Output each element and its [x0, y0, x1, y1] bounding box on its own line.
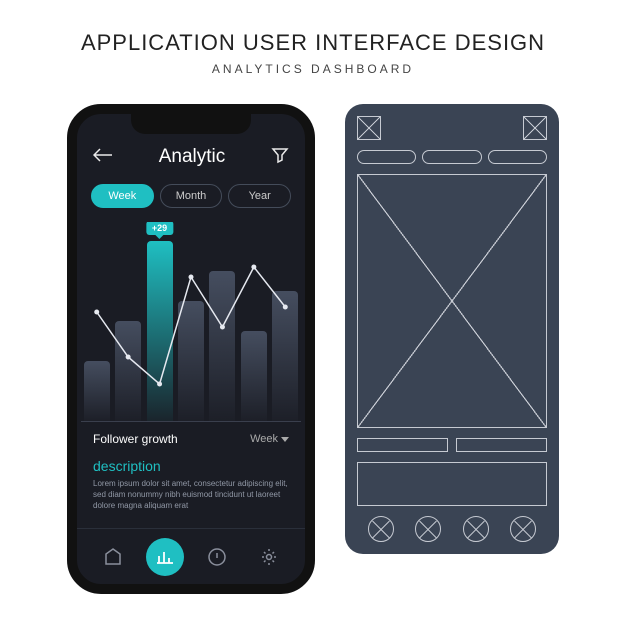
wf-chart-placeholder	[357, 174, 547, 428]
home-icon	[103, 547, 123, 567]
phone-mockup: Analytic Week Month Year +29 Follower gr…	[67, 104, 315, 594]
section-title: Follower growth	[93, 432, 178, 446]
section-range-select[interactable]: Week	[250, 433, 289, 445]
tab-year[interactable]: Year	[228, 184, 291, 208]
bottom-nav	[77, 528, 305, 584]
analytics-chart: +29	[81, 222, 301, 422]
wf-nav-placeholder	[510, 516, 536, 542]
phone-notch	[131, 114, 251, 134]
wf-label-placeholder	[456, 438, 547, 452]
wf-nav-placeholder	[415, 516, 441, 542]
section-row: Follower growth Week	[77, 422, 305, 450]
wf-nav-placeholder	[463, 516, 489, 542]
header-title: Analytic	[159, 146, 226, 168]
chevron-down-icon	[281, 437, 289, 442]
alert-icon	[207, 547, 227, 567]
description-body: Lorem ipsum dolor sit amet, consectetur …	[77, 478, 305, 512]
page-title: APPLICATION USER INTERFACE DESIGN	[81, 30, 545, 56]
back-icon[interactable]	[93, 148, 113, 167]
wf-filter-placeholder	[523, 116, 547, 140]
wf-tab-placeholder	[488, 150, 547, 164]
description-title: description	[77, 450, 305, 478]
nav-analytics[interactable]	[146, 538, 184, 576]
time-range-tabs: Week Month Year	[77, 174, 305, 218]
wf-label-placeholder	[357, 438, 448, 452]
chart-line	[81, 222, 301, 422]
nav-alerts[interactable]	[198, 538, 236, 576]
wf-tab-placeholder	[357, 150, 416, 164]
page-subtitle: ANALYTICS DASHBOARD	[212, 62, 414, 76]
nav-home[interactable]	[94, 538, 132, 576]
tab-month[interactable]: Month	[160, 184, 223, 208]
nav-settings[interactable]	[250, 538, 288, 576]
wf-description-placeholder	[357, 462, 547, 506]
filter-icon[interactable]	[271, 146, 289, 169]
wf-back-placeholder	[357, 116, 381, 140]
wireframe-mockup	[345, 104, 559, 554]
wf-nav-placeholder	[368, 516, 394, 542]
tab-week[interactable]: Week	[91, 184, 154, 208]
wf-tab-placeholder	[422, 150, 481, 164]
gear-icon	[259, 547, 279, 567]
chart-icon	[155, 547, 175, 567]
